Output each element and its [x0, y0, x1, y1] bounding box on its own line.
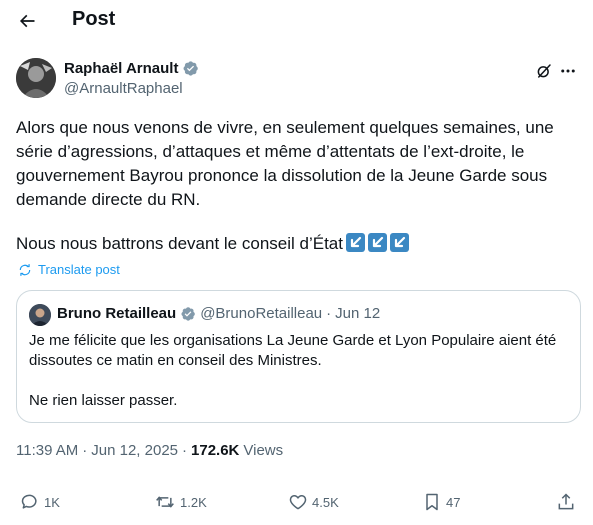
back-button[interactable]	[14, 8, 40, 34]
quoted-separator: ·	[326, 305, 332, 322]
reply-count: 1K	[44, 494, 60, 510]
down-left-arrow-emoji-2	[367, 233, 387, 252]
verified-badge-icon	[181, 306, 196, 321]
meta-separator-2: ·	[182, 442, 188, 459]
share-icon	[558, 493, 574, 510]
author-name[interactable]: Raphaël Arnault	[64, 60, 178, 77]
post-date[interactable]: Jun 12, 2025	[91, 442, 178, 459]
post-paragraph-2-text: Nous nous battrons devant le conseil d’É…	[16, 234, 343, 253]
avatar[interactable]	[16, 58, 56, 98]
action-bar: 1K 1.2K 4.5K 47	[16, 490, 576, 514]
reply-icon	[21, 494, 37, 509]
translate-globe-icon	[19, 263, 31, 276]
post-meta: 11:39 AM · Jun 12, 2025 · 172.6K Views	[16, 442, 283, 459]
top-bar: Post	[0, 0, 593, 42]
quoted-author-name: Bruno Retailleau	[57, 305, 177, 322]
quoted-avatar	[29, 304, 51, 326]
post-paragraph-2: Nous nous battrons devant le conseil d’É…	[16, 232, 576, 256]
page-title: Post	[72, 8, 116, 30]
repost-button[interactable]: 1.2K	[154, 490, 207, 514]
translate-post-link[interactable]: Translate post	[18, 262, 120, 277]
post-time[interactable]: 11:39 AM	[16, 442, 78, 459]
grok-button[interactable]	[534, 61, 554, 81]
author-handle[interactable]: @ArnaultRaphael	[64, 80, 183, 97]
bookmark-icon	[426, 493, 438, 511]
like-button[interactable]: 4.5K	[288, 490, 339, 514]
verified-badge-icon	[184, 61, 199, 76]
quoted-header: Bruno Retailleau @BrunoRetailleau · Jun …	[57, 305, 380, 322]
meta-separator-1: ·	[82, 442, 88, 459]
views-label: Views	[243, 442, 284, 459]
down-left-arrow-emoji-1	[345, 233, 365, 252]
more-dots-icon	[561, 69, 575, 73]
quoted-text: Je me félicite que les organisations La …	[29, 331, 569, 411]
quoted-author-handle: @BrunoRetailleau	[200, 305, 323, 322]
author-name-row: Raphaël Arnault	[64, 60, 199, 77]
bookmark-button[interactable]: 47	[422, 490, 460, 514]
views-count: 172.6K	[191, 442, 240, 459]
back-arrow-icon	[19, 14, 35, 28]
more-options-button[interactable]	[556, 61, 580, 81]
reply-button[interactable]: 1K	[20, 490, 60, 514]
down-left-arrow-emoji-3	[389, 233, 409, 252]
share-button[interactable]	[556, 490, 576, 514]
repost-icon	[156, 496, 174, 508]
repost-count: 1.2K	[180, 494, 207, 510]
quoted-date: Jun 12	[335, 305, 381, 322]
like-count: 4.5K	[312, 494, 339, 510]
author-row: Raphaël Arnault @ArnaultRaphael	[16, 58, 576, 102]
bookmark-count: 47	[446, 494, 461, 510]
post-paragraph-1: Alors que nous venons de vivre, en seule…	[16, 118, 554, 209]
heart-icon	[289, 495, 307, 510]
quoted-paragraph-2: Ne rien laisser passer.	[29, 392, 178, 409]
translate-post-label: Translate post	[38, 262, 120, 277]
quoted-post[interactable]: Bruno Retailleau @BrunoRetailleau · Jun …	[16, 290, 581, 423]
post-text: Alors que nous venons de vivre, en seule…	[16, 116, 576, 256]
grok-icon	[537, 64, 551, 78]
quoted-paragraph-1: Je me félicite que les organisations La …	[29, 332, 557, 369]
